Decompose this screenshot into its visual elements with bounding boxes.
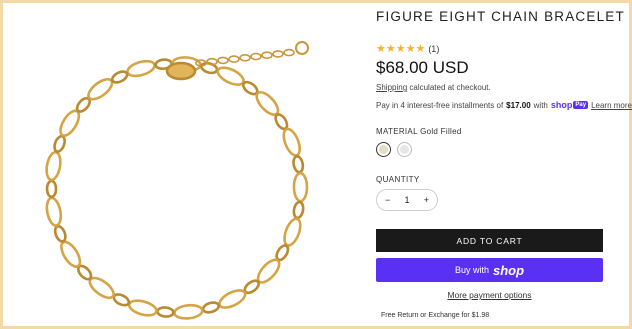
- quantity-value[interactable]: 1: [404, 195, 409, 205]
- shop-pay-logo: shop Pay: [550, 100, 589, 110]
- extender-link: [283, 48, 295, 57]
- chain-link: [53, 224, 67, 243]
- end-ring: [295, 41, 309, 55]
- product-title: FIGURE EIGHT CHAIN BRACELET: [376, 9, 625, 24]
- material-value: Gold Filled: [420, 127, 462, 136]
- installment-amount: $17.00: [506, 100, 531, 110]
- shipping-link[interactable]: Shipping: [376, 83, 407, 92]
- quantity-plus-button[interactable]: +: [424, 195, 429, 205]
- extender-link: [228, 55, 240, 63]
- chain-link: [156, 306, 175, 318]
- star-icon: ★★★★★: [376, 43, 426, 55]
- chain-link: [218, 289, 247, 309]
- chain-link: [127, 299, 158, 317]
- clasp: [165, 61, 197, 81]
- extender-link: [239, 53, 251, 62]
- shop-pay-pay: Pay: [573, 101, 589, 109]
- material-swatches: [376, 142, 412, 157]
- product-image[interactable]: [11, 13, 356, 323]
- installments-text: Pay in 4 interest-free installments of: [376, 100, 504, 110]
- chain-link: [53, 134, 66, 153]
- quantity-minus-button[interactable]: −: [385, 195, 390, 205]
- chain-link: [173, 303, 204, 320]
- material-label: MATERIAL: [376, 127, 418, 136]
- chain-link: [216, 66, 245, 86]
- buy-with-shop-button[interactable]: Buy with shop: [376, 258, 603, 282]
- free-return-note: Free Return or Exchange for $1.98: [381, 312, 490, 319]
- installments-with: with: [533, 100, 548, 110]
- chain-link: [292, 171, 309, 203]
- page-frame: FIGURE EIGHT CHAIN BRACELET ★★★★★ (1) $6…: [3, 3, 632, 326]
- chain-link: [292, 155, 305, 174]
- swatch-sterling-silver[interactable]: [397, 142, 412, 157]
- add-to-cart-button[interactable]: ADD TO CART: [376, 229, 603, 252]
- price: $68.00 USD: [376, 58, 469, 77]
- chain-link: [282, 127, 301, 157]
- quantity-stepper: − 1 +: [376, 189, 438, 211]
- swatch-gold-filled[interactable]: [376, 142, 391, 157]
- learn-more-link[interactable]: Learn more: [591, 101, 632, 110]
- extender-link: [250, 52, 262, 61]
- chain-link: [87, 77, 114, 101]
- chain-link: [45, 179, 58, 199]
- rating[interactable]: ★★★★★ (1): [376, 42, 439, 55]
- extender-link: [272, 50, 284, 58]
- shop-logo: shop: [492, 262, 525, 278]
- quantity-label: QUANTITY: [376, 175, 420, 184]
- shop-pay-word: shop: [550, 100, 573, 110]
- shipping-text: calculated at checkout.: [407, 83, 491, 92]
- extender-link: [217, 56, 229, 65]
- chain-link: [283, 217, 302, 247]
- material-label-row: MATERIAL Gold Filled: [376, 127, 462, 136]
- buy-with-label: Buy with: [454, 265, 489, 275]
- chain-link: [126, 59, 156, 78]
- more-payment-options-link[interactable]: More payment options: [376, 290, 603, 300]
- installments-note: Pay in 4 interest-free installments of $…: [376, 100, 632, 110]
- chain-link: [45, 150, 62, 182]
- chain-link: [292, 200, 305, 220]
- extender-link: [261, 51, 273, 60]
- shipping-note: Shipping calculated at checkout.: [376, 83, 491, 92]
- chain-link: [60, 240, 82, 268]
- chain-link: [45, 196, 63, 227]
- review-count: (1): [428, 43, 440, 54]
- chain-link: [110, 70, 129, 84]
- chain-link: [201, 301, 221, 314]
